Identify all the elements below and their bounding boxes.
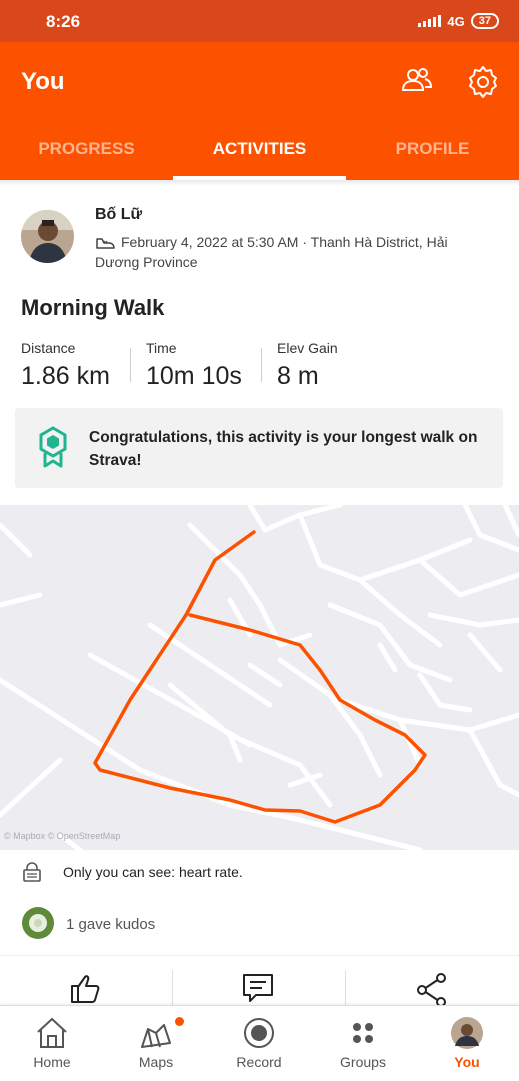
find-friends-button[interactable] [398,64,434,100]
settings-button[interactable] [465,64,501,100]
nav-you[interactable]: You [415,1006,519,1081]
nav-maps-label: Maps [138,1054,174,1070]
meta-separator: · [298,234,311,250]
avatar [451,1017,483,1049]
privacy-row[interactable]: Only you can see: heart rate. [0,850,519,895]
groups-icon [353,1023,373,1043]
comment-button[interactable] [241,970,277,1006]
kudos-row[interactable]: 1 gave kudos [0,895,519,955]
action-divider [172,970,173,1006]
stat-time: Time 10m 10s [146,340,242,391]
stat-divider [130,348,131,382]
app-bar: You PROGRESS ACTIVITIES PROFILE [0,42,519,180]
map-icon [141,1024,171,1048]
page-title: You [21,68,65,95]
record-icon [244,1018,274,1048]
kudos-count: 1 gave kudos [66,916,156,933]
stat-label: Time [146,340,177,356]
stat-value: 1.86 km [21,362,110,390]
action-divider [345,970,346,1006]
activity-title: Morning Walk [21,295,165,320]
social-action-bar [0,955,519,1007]
maps-notification-dot [175,1017,184,1026]
lock-icon [23,862,41,882]
achievement-text: Congratulations, this activity is your l… [89,429,478,469]
route-map[interactable] [0,505,519,850]
nav-maps[interactable]: Maps [104,1006,208,1081]
tab-profile[interactable]: PROFILE [346,130,519,180]
nav-home[interactable]: Home [0,1006,104,1081]
share-icon [417,973,446,1007]
stat-value: 8 m [277,362,319,390]
tab-progress[interactable]: PROGRESS [0,130,173,180]
kudos-avatar [22,907,54,939]
athlete-name[interactable]: Bố Lữ [95,206,142,224]
achievement-card[interactable]: Congratulations, this activity is your l… [15,408,503,488]
tab-bar: PROGRESS ACTIVITIES PROFILE [0,130,519,180]
thumbs-up-icon [71,975,100,1003]
kudos-avatar-image [22,907,54,939]
nav-groups[interactable]: Groups [311,1006,415,1081]
gear-icon [469,66,497,98]
activity-datetime: February 4, 2022 at 5:30 AM [121,234,299,250]
walking-shoe-icon [96,238,115,249]
status-icons: 4G 37 [418,13,499,29]
privacy-note: Only you can see: heart rate. [63,864,243,880]
nav-record[interactable]: Record [207,1006,311,1081]
tab-activities-label: ACTIVITIES [212,139,307,158]
home-icon [37,1017,67,1048]
stat-elev-gain: Elev Gain 8 m [277,340,338,391]
kudos-button[interactable] [68,970,104,1006]
comment-icon [243,974,273,1002]
people-icon [401,68,433,91]
tab-activities[interactable]: ACTIVITIES [173,130,346,180]
network-type: 4G [447,13,465,29]
nav-home-label: Home [33,1054,71,1070]
stat-divider [261,348,262,382]
signal-icon [418,15,442,27]
battery-icon: 37 [470,13,499,29]
bottom-navigation: Home Maps Record Groups You [0,1005,519,1081]
athlete-avatar[interactable] [21,210,74,263]
athlete-photo [21,210,74,263]
appbar-shadow [0,180,519,186]
achievement-badge-icon [39,426,67,468]
tab-progress-label: PROGRESS [38,139,135,158]
share-button[interactable] [414,970,450,1007]
map-attribution[interactable]: © Mapbox © OpenStreetMap [4,831,120,841]
stat-label: Distance [21,340,76,356]
stat-label: Elev Gain [277,340,338,356]
battery-level: 37 [478,15,491,27]
status-time: 8:26 [46,12,81,31]
stat-value: 10m 10s [146,362,242,390]
nav-groups-label: Groups [340,1054,386,1070]
status-bar: 8:26 4G 37 [0,0,519,42]
activity-meta: February 4, 2022 at 5:30 AM · Thanh Hà D… [95,232,475,272]
nav-you-label: You [454,1054,480,1070]
stat-distance: Distance 1.86 km [21,340,110,391]
map-canvas [0,505,519,850]
tab-profile-label: PROFILE [395,139,470,158]
nav-record-label: Record [236,1054,282,1070]
